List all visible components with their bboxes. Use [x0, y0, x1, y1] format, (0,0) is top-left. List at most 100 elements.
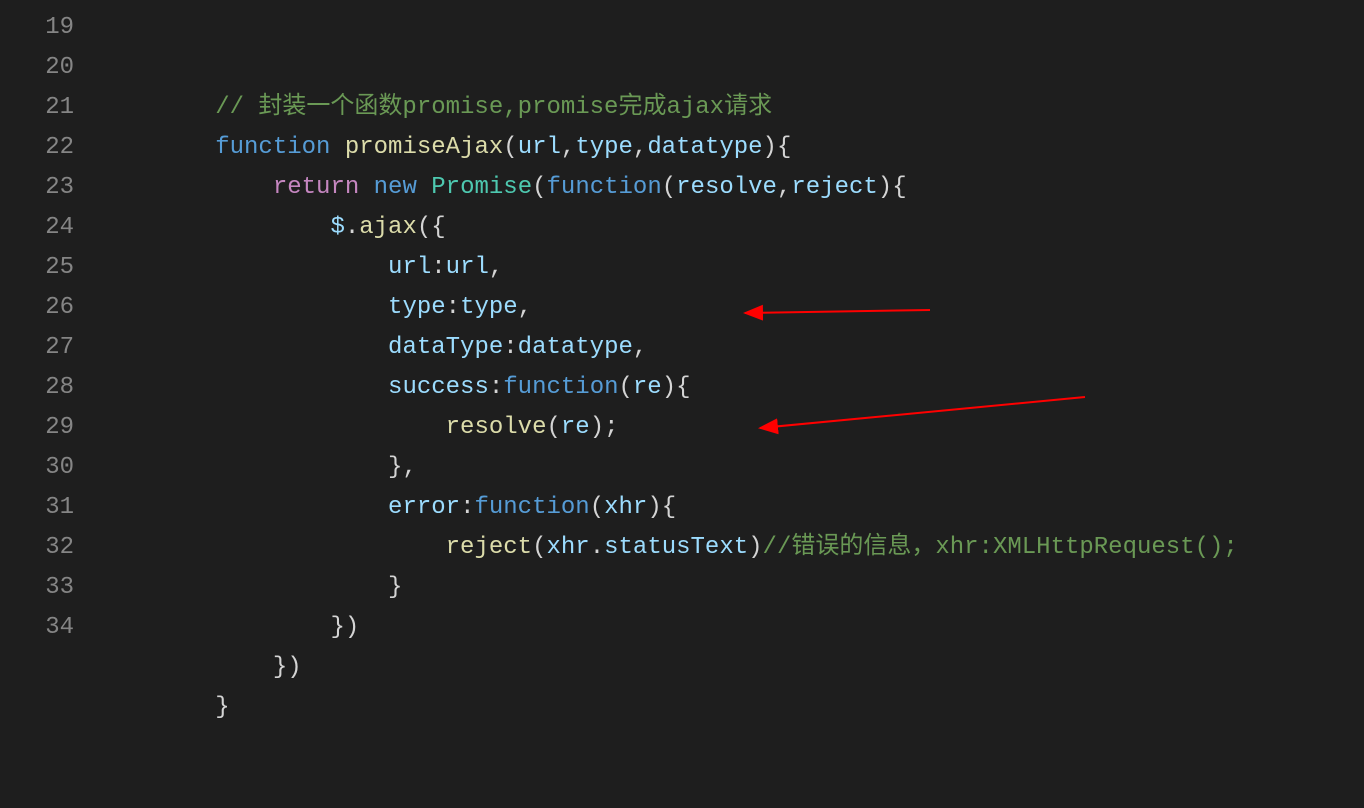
code-token: ,	[489, 254, 503, 281]
code-token: promiseAjax	[345, 134, 503, 161]
code-token: }	[388, 454, 402, 481]
code-token: re	[633, 374, 662, 401]
line-number: 31	[0, 488, 74, 528]
code-token: success	[388, 374, 489, 401]
line-number: 27	[0, 328, 74, 368]
code-token: }	[273, 654, 287, 681]
code-token: ,	[777, 174, 791, 201]
code-line[interactable]: return new Promise(function(resolve,reje…	[100, 168, 1364, 208]
code-token: }	[388, 574, 402, 601]
line-number: 21	[0, 88, 74, 128]
code-token: {	[892, 174, 906, 201]
code-line[interactable]: error:function(xhr){	[100, 488, 1364, 528]
code-token: xhr	[546, 534, 589, 561]
code-line[interactable]: url:url,	[100, 248, 1364, 288]
code-token: url	[446, 254, 489, 281]
code-token: )	[287, 654, 301, 681]
code-token: {	[662, 494, 676, 521]
code-token: ;	[604, 414, 618, 441]
line-number: 28	[0, 368, 74, 408]
code-token: xhr	[604, 494, 647, 521]
code-token: }	[330, 614, 344, 641]
line-number: 25	[0, 248, 74, 288]
code-token: (	[417, 214, 431, 241]
code-token: (	[503, 134, 517, 161]
code-token: (	[532, 534, 546, 561]
code-token: {	[676, 374, 690, 401]
code-token: // 封装一个函数promise,promise完成ajax请求	[215, 94, 772, 121]
code-token: :	[503, 334, 517, 361]
code-token: (	[619, 374, 633, 401]
code-line[interactable]: })	[100, 608, 1364, 648]
code-token: :	[431, 254, 445, 281]
code-token: .	[590, 534, 604, 561]
code-token: function	[474, 494, 589, 521]
code-token: datatype	[518, 334, 633, 361]
code-line[interactable]: }	[100, 568, 1364, 608]
code-token: reject	[446, 534, 532, 561]
code-token: :	[446, 294, 460, 321]
code-line[interactable]: })	[100, 648, 1364, 688]
code-token: :	[489, 374, 503, 401]
code-line[interactable]: dataType:datatype,	[100, 328, 1364, 368]
code-token: ,	[561, 134, 575, 161]
line-number: 24	[0, 208, 74, 248]
line-number: 20	[0, 48, 74, 88]
code-token: ,	[633, 334, 647, 361]
code-token: url	[518, 134, 561, 161]
line-number: 33	[0, 568, 74, 608]
code-token: ,	[518, 294, 532, 321]
code-token: resolve	[676, 174, 777, 201]
code-token: {	[777, 134, 791, 161]
line-number: 23	[0, 168, 74, 208]
code-line[interactable]: }	[100, 688, 1364, 728]
code-line[interactable]: $.ajax({	[100, 208, 1364, 248]
code-token: dataType	[388, 334, 503, 361]
code-token: )	[748, 534, 762, 561]
code-line[interactable]: resolve(re);	[100, 408, 1364, 448]
code-token: $	[330, 214, 344, 241]
code-token: )	[590, 414, 604, 441]
line-number: 32	[0, 528, 74, 568]
code-token: error	[388, 494, 460, 521]
code-token: (	[662, 174, 676, 201]
code-token: )	[878, 174, 892, 201]
code-token	[417, 174, 431, 201]
code-line[interactable]: // 封装一个函数promise,promise完成ajax请求	[100, 88, 1364, 128]
code-token: .	[345, 214, 359, 241]
code-token: //错误的信息，xhr:XMLHttpRequest();	[763, 534, 1238, 561]
code-token: ,	[633, 134, 647, 161]
code-token: :	[460, 494, 474, 521]
code-token: function	[503, 374, 618, 401]
code-token: type	[575, 134, 633, 161]
code-token: datatype	[647, 134, 762, 161]
code-line[interactable]: function promiseAjax(url,type,datatype){	[100, 128, 1364, 168]
code-editor[interactable]: 19202122232425262728293031323334 // 封装一个…	[0, 0, 1364, 671]
code-token: re	[561, 414, 590, 441]
code-token: statusText	[604, 534, 748, 561]
code-token: function	[547, 174, 662, 201]
code-token: (	[532, 174, 546, 201]
code-token: function	[215, 134, 330, 161]
code-line[interactable]: type:type,	[100, 288, 1364, 328]
code-token: ,	[402, 454, 416, 481]
code-line[interactable]: reject(xhr.statusText)//错误的信息，xhr:XMLHtt…	[100, 528, 1364, 568]
code-token: Promise	[431, 174, 532, 201]
code-line[interactable]: },	[100, 448, 1364, 488]
line-number: 29	[0, 408, 74, 448]
code-token: return	[273, 174, 359, 201]
code-token: type	[460, 294, 518, 321]
code-token	[330, 134, 344, 161]
line-number: 22	[0, 128, 74, 168]
code-token: )	[763, 134, 777, 161]
code-token: )	[345, 614, 359, 641]
code-token: )	[647, 494, 661, 521]
code-token: (	[590, 494, 604, 521]
code-token: new	[374, 174, 417, 201]
code-line[interactable]: success:function(re){	[100, 368, 1364, 408]
code-token: (	[546, 414, 560, 441]
code-token: )	[662, 374, 676, 401]
line-number: 19	[0, 8, 74, 48]
code-area[interactable]: // 封装一个函数promise,promise完成ajax请求 functio…	[100, 0, 1364, 671]
line-number: 30	[0, 448, 74, 488]
